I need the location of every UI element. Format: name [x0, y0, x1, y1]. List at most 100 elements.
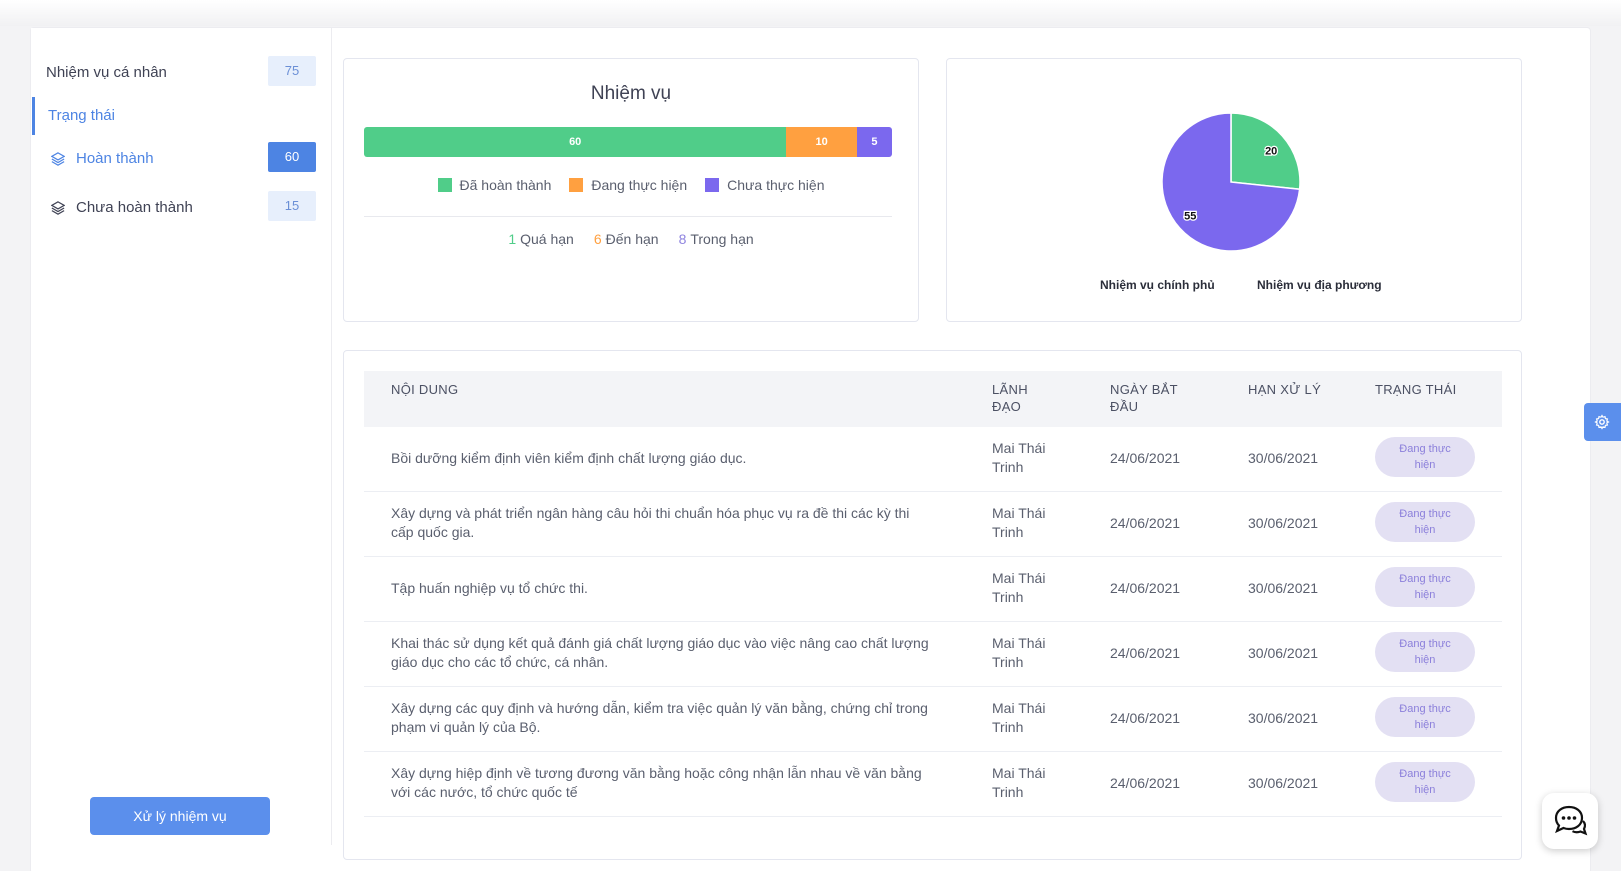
settings-tab[interactable]: [1584, 403, 1621, 441]
legend-label: Chưa thực hiện: [727, 177, 825, 193]
legend-item[interactable]: Đã hoàn thành: [437, 177, 552, 193]
pie-slice-label: 20: [1265, 146, 1277, 158]
status-badge: Đang thực hiện: [1375, 502, 1475, 542]
leader-line: Trinh: [992, 459, 1024, 475]
table-row[interactable]: Khai thác sử dụng kết quả đánh giá chất …: [364, 622, 1502, 687]
header-line: NGÀY BẮT: [1110, 382, 1178, 397]
cell-due-date: 30/06/2021: [1248, 645, 1319, 661]
deadline-stat: 1 Quá hạn: [508, 231, 574, 247]
layers-icon: [51, 200, 65, 215]
status-line: Đang thực: [1399, 768, 1451, 780]
header-line: ĐẠO: [992, 399, 1022, 414]
status-line: hiện: [1414, 719, 1436, 731]
bar-segment[interactable]: 10: [786, 127, 857, 157]
leader-line: Mai Thái: [992, 570, 1046, 586]
sidebar-header-count: 75: [268, 56, 316, 86]
cell-due-date: 30/06/2021: [1248, 450, 1319, 466]
cell-due-date: 30/06/2021: [1248, 775, 1319, 791]
leader-line: Mai Thái: [992, 440, 1046, 456]
status-badge: Đang thực hiện: [1375, 632, 1475, 672]
content-line: với các nước, tổ chức quốc tế: [391, 784, 578, 800]
legend-item[interactable]: Đang thực hiện: [569, 177, 687, 193]
legend-item[interactable]: Chưa thực hiện: [705, 177, 824, 193]
sidebar-item-not-completed[interactable]: Chưa hoàn thành: [51, 199, 193, 216]
deadline-label: Quá hạn: [520, 231, 574, 247]
sidebar-item-count: 15: [268, 191, 316, 221]
leader-line: Mai Thái: [992, 700, 1046, 716]
content-line: Khai thác sử dụng kết quả đánh giá chất …: [391, 635, 929, 651]
status-line: hiện: [1414, 459, 1436, 471]
task-table-card: NỘI DUNG LÃNH ĐẠO NGÀY BẮT ĐẦU HẠN XỬ LÝ T…: [343, 350, 1522, 860]
cell-start-date: 24/06/2021: [1110, 515, 1181, 531]
deadline-count: 8: [678, 231, 687, 247]
cell-content: Xây dựng hiệp định về tương đương văn bằ…: [391, 764, 951, 802]
pie-chart: 2055: [1161, 112, 1301, 252]
cell-leader: Mai Thái Trinh: [992, 699, 1045, 737]
column-header-leader: LÃNH ĐẠO: [992, 381, 1028, 415]
legend-swatch: [437, 178, 452, 192]
leader-line: Trinh: [992, 784, 1024, 800]
status-line: hiện: [1414, 589, 1436, 601]
deadline-stat: 8 Trong hạn: [679, 231, 754, 247]
header-line: LÃNH: [992, 382, 1028, 397]
sidebar-item-completed[interactable]: Hoàn thành: [51, 150, 154, 167]
sidebar-section-status[interactable]: Trạng thái: [32, 97, 322, 135]
bar-segment-label: 60: [569, 136, 582, 148]
table-row[interactable]: Xây dựng và phát triển ngân hàng câu hỏi…: [364, 492, 1502, 557]
cell-content: Xây dựng và phát triển ngân hàng câu hỏi…: [391, 504, 951, 542]
column-header-start-date: NGÀY BẮT ĐẦU: [1110, 381, 1178, 415]
pie-slice-label: 55: [1184, 211, 1196, 223]
content-line: giáo dục cho các tổ chức, cá nhân.: [391, 654, 609, 670]
top-bar: [0, 0, 1621, 26]
chart-title: Nhiệm vụ: [590, 83, 672, 104]
cell-due-date: 30/06/2021: [1248, 580, 1319, 596]
column-header-status: TRẠNG THÁI: [1375, 382, 1457, 397]
cell-content: Xây dựng các quy định và hướng dẫn, kiểm…: [391, 699, 951, 737]
table-header: NỘI DUNG LÃNH ĐẠO NGÀY BẮT ĐẦU HẠN XỬ LÝ T…: [364, 371, 1502, 427]
cell-start-date: 24/06/2021: [1110, 710, 1181, 726]
bar-segment-label: 5: [871, 136, 878, 148]
table-row[interactable]: Tập huấn nghiệp vụ tổ chức thi. Mai Thái T…: [364, 557, 1502, 622]
leader-line: Mai Thái: [992, 635, 1046, 651]
table-row[interactable]: Xây dựng hiệp định về tương đương văn bằ…: [364, 752, 1502, 817]
status-line: hiện: [1414, 654, 1436, 666]
sidebar-header-label: Nhiệm vụ cá nhân: [46, 64, 167, 81]
bar-segment[interactable]: 5: [856, 127, 892, 157]
content-line: Bồi dưỡng kiểm định viên kiểm định chất …: [391, 450, 747, 466]
cell-content: Bồi dưỡng kiểm định viên kiểm định chất …: [391, 449, 951, 468]
table-row[interactable]: Xây dựng các quy định và hướng dẫn, kiểm…: [364, 687, 1502, 752]
content-line: cấp quốc gia.: [391, 524, 475, 540]
status-line: hiện: [1414, 784, 1436, 796]
task-summary-card: Nhiệm vụ 60 10 5 Đã hoàn thành Đang thực hi…: [343, 58, 919, 322]
cell-start-date: 24/06/2021: [1110, 580, 1181, 596]
cell-leader: Mai Thái Trinh: [992, 504, 1045, 542]
status-line: hiện: [1414, 524, 1436, 536]
content-line: Tập huấn nghiệp vụ tổ chức thi.: [391, 580, 588, 596]
cell-start-date: 24/06/2021: [1110, 775, 1181, 791]
pie-legend-local: Nhiệm vụ địa phương: [1257, 278, 1382, 292]
content-line: phạm vi quản lý của Bộ.: [391, 719, 541, 735]
legend-swatch: [705, 178, 720, 192]
cell-leader: Mai Thái Trinh: [992, 569, 1045, 607]
sidebar-item-label: Hoàn thành: [76, 150, 154, 167]
column-header-content: NỘI DUNG: [391, 382, 459, 397]
status-badge: Đang thực hiện: [1375, 697, 1475, 737]
cell-due-date: 30/06/2021: [1248, 710, 1319, 726]
bar-segment[interactable]: 60: [364, 127, 787, 157]
legend-label: Đang thực hiện: [591, 177, 688, 193]
cell-leader: Mai Thái Trinh: [992, 764, 1045, 802]
status-line: Đang thực: [1399, 638, 1451, 650]
leader-line: Trinh: [992, 524, 1024, 540]
table-row[interactable]: Bồi dưỡng kiểm định viên kiểm định chất …: [364, 427, 1502, 492]
sidebar-item-label: Chưa hoàn thành: [76, 199, 193, 216]
process-task-button[interactable]: Xử lý nhiệm vụ: [90, 797, 270, 835]
chat-button[interactable]: [1542, 793, 1598, 849]
leader-line: Mai Thái: [992, 505, 1046, 521]
chart-legend: Đã hoàn thành Đang thực hiện Chưa thực hiệ…: [344, 177, 918, 193]
status-line: Đang thực: [1399, 573, 1451, 585]
legend-label: Đã hoàn thành: [459, 177, 552, 193]
gear-icon: [1594, 414, 1610, 430]
content-line: Xây dựng hiệp định về tương đương văn bằ…: [391, 765, 922, 781]
deadline-label: Đến hạn: [605, 231, 659, 247]
sidebar-item-count: 60: [268, 142, 316, 172]
